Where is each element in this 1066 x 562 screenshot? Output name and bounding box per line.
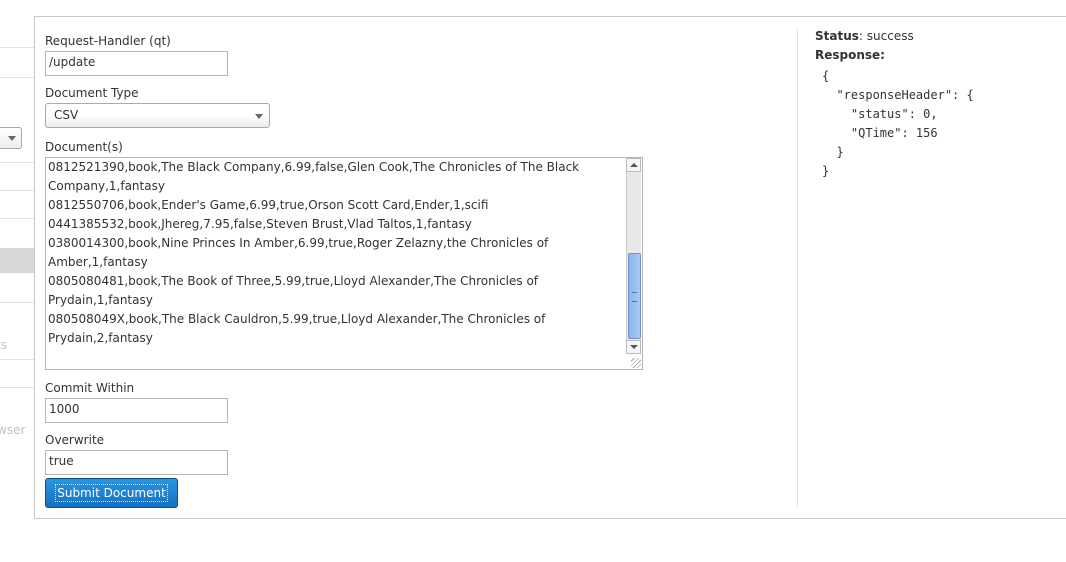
- documents-scrollbar[interactable]: [626, 158, 642, 354]
- sidebar-divider: [0, 190, 34, 191]
- chevron-down-icon: [8, 136, 16, 141]
- sidebar-divider: [0, 359, 34, 360]
- submit-document-label: Submit Document: [55, 484, 168, 502]
- request-handler-label: Request-Handler (qt): [45, 34, 171, 48]
- document-line: 0812521390,book,The Black Company,6.99,f…: [48, 160, 580, 193]
- sidebar-divider: [0, 302, 34, 303]
- sidebar-divider: [0, 387, 34, 388]
- sidebar-item-fragment[interactable]: ts: [0, 338, 7, 352]
- response-label: Response:: [815, 48, 885, 62]
- request-handler-input[interactable]: /update: [45, 51, 228, 76]
- status-label: Status: [815, 29, 859, 43]
- documents-textarea[interactable]: 0812521390,book,The Black Company,6.99,f…: [45, 157, 643, 370]
- scroll-up-icon[interactable]: [626, 158, 641, 172]
- document-line: 080508049X,book,The Black Cauldron,5.99,…: [48, 312, 546, 345]
- document-line: 0812550706,book,Ender's Game,6.99,true,O…: [48, 198, 489, 212]
- document-type-value: CSV: [54, 108, 79, 122]
- panel-divider: [797, 29, 798, 507]
- document-type-label: Document Type: [45, 86, 139, 100]
- documents-content: 0812521390,book,The Black Company,6.99,f…: [48, 158, 626, 348]
- status-value: : success: [858, 29, 914, 43]
- document-line: 0441385532,book,Jhereg,7.95,false,Steven…: [48, 217, 472, 231]
- status-line: Status: success: [815, 29, 914, 43]
- resize-handle-icon[interactable]: [631, 358, 641, 368]
- sidebar-divider: [0, 162, 34, 163]
- commit-within-input[interactable]: 1000: [45, 398, 228, 423]
- document-line: 0380014300,book,Nine Princes In Amber,6.…: [48, 236, 549, 269]
- overwrite-input[interactable]: true: [45, 450, 228, 475]
- sidebar-item-fragment[interactable]: wser: [0, 423, 25, 437]
- sidebar-divider: [0, 77, 34, 78]
- commit-within-label: Commit Within: [45, 381, 135, 395]
- scroll-down-icon[interactable]: [626, 340, 641, 354]
- sidebar: ts wser: [0, 0, 34, 562]
- submit-document-button[interactable]: Submit Document: [45, 478, 178, 508]
- response-json: { "responseHeader": { "status": 0, "QTim…: [822, 69, 974, 178]
- grip-icon: [632, 292, 637, 302]
- overwrite-label: Overwrite: [45, 433, 105, 447]
- scroll-thumb[interactable]: [628, 253, 641, 339]
- sidebar-divider: [0, 218, 34, 219]
- scroll-track[interactable]: [626, 172, 641, 340]
- sidebar-divider: [0, 47, 34, 48]
- sidebar-item-documents[interactable]: [0, 248, 34, 273]
- document-type-select[interactable]: CSV: [45, 103, 270, 128]
- core-selector[interactable]: [0, 127, 22, 149]
- chevron-down-icon: [255, 114, 263, 119]
- documents-label: Document(s): [45, 140, 123, 154]
- document-line: 0805080481,book,The Book of Three,5.99,t…: [48, 274, 539, 307]
